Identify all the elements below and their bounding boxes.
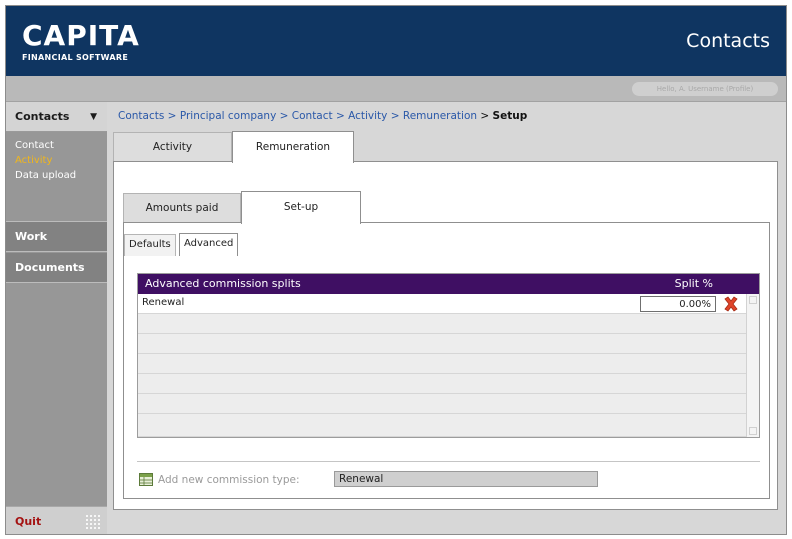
capita-logo: CAPITA FINANCIAL SOFTWARE [22, 19, 140, 63]
app-header: CAPITA FINANCIAL SOFTWARE Contacts [6, 6, 786, 76]
nav-section-label: Contacts [15, 110, 70, 123]
grid-scrollbar[interactable] [746, 294, 759, 437]
nav-item-data-upload[interactable]: Data upload [6, 170, 107, 181]
breadcrumb-link-activity[interactable]: Activity [348, 110, 387, 122]
scroll-down-icon[interactable] [749, 427, 757, 435]
sidebar: Contacts ▼ Contact Activity Data upload … [6, 102, 107, 534]
grid-body: Renewal [138, 294, 746, 437]
logo-name: CAPITA [22, 19, 140, 52]
quit-button[interactable]: Quit [15, 515, 41, 528]
user-bar: Hello, A. Username (Profile) [6, 76, 786, 102]
breadcrumb-current: Setup [492, 110, 528, 122]
caret-down-icon: ▼ [90, 112, 97, 122]
breadcrumb-separator: > [167, 110, 180, 122]
table-row [138, 414, 746, 437]
table-row [138, 354, 746, 374]
add-commission-label: Add new commission type: [158, 474, 300, 486]
red-x-delete-icon[interactable] [722, 295, 740, 313]
grip-dots-icon [85, 514, 101, 530]
tab-remuneration[interactable]: Remuneration [232, 131, 354, 163]
tab-amounts-paid[interactable]: Amounts paid [123, 193, 241, 223]
tab-defaults[interactable]: Defaults [124, 234, 176, 256]
scroll-up-icon[interactable] [749, 296, 757, 304]
breadcrumb-separator: > [335, 110, 349, 122]
user-info-link[interactable]: Hello, A. Username (Profile) [632, 82, 778, 96]
breadcrumb-link-contact[interactable]: Contact [292, 110, 333, 122]
tab-activity[interactable]: Activity [113, 132, 232, 162]
nav-item-contact[interactable]: Contact [6, 140, 107, 151]
grid-header: Advanced commission splits Split % [138, 274, 759, 294]
quit-bar: Quit [6, 506, 107, 534]
column-header-split: Split % [674, 277, 713, 290]
table-row [138, 394, 746, 414]
table-row [138, 334, 746, 354]
add-grid-icon[interactable] [139, 473, 153, 486]
row-commission-name: Renewal [142, 297, 185, 308]
breadcrumb-link-contacts[interactable]: Contacts [118, 110, 164, 122]
page-heading: Contacts [686, 30, 770, 52]
breadcrumb-separator: > [480, 110, 493, 122]
logo-subtitle: FINANCIAL SOFTWARE [22, 53, 129, 62]
nav-section-work[interactable]: Work [6, 222, 107, 252]
column-header-name: Advanced commission splits [145, 277, 301, 290]
split-percent-input[interactable] [640, 296, 716, 312]
app-window: CAPITA FINANCIAL SOFTWARE Contacts Hello… [5, 5, 787, 535]
tab-advanced[interactable]: Advanced [179, 233, 239, 256]
breadcrumb-link-principal-company[interactable]: Principal company [180, 110, 276, 122]
nav-section-contacts[interactable]: Contacts ▼ [6, 102, 107, 132]
nav-item-activity[interactable]: Activity [6, 155, 107, 166]
table-row [138, 314, 746, 334]
nav-section-documents[interactable]: Documents [6, 253, 107, 283]
breadcrumb-link-remuneration[interactable]: Remuneration [403, 110, 477, 122]
table-row [138, 374, 746, 394]
table-row: Renewal [138, 294, 746, 314]
commission-type-select[interactable]: Renewal [334, 471, 598, 487]
breadcrumb-separator: > [390, 110, 403, 122]
breadcrumb-separator: > [279, 110, 292, 122]
tab-set-up[interactable]: Set-up [241, 191, 361, 224]
commission-splits-grid: Advanced commission splits Split % Renew… [137, 273, 760, 438]
divider [137, 461, 760, 462]
breadcrumb: Contacts > Principal company > Contact >… [118, 110, 527, 122]
